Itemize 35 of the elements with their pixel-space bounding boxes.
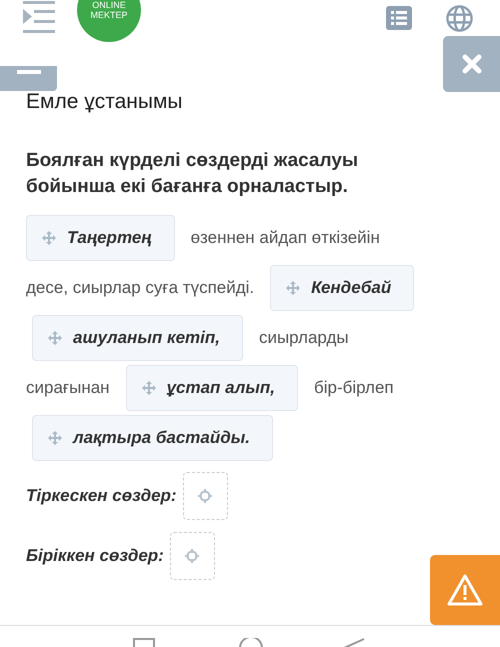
sentence-text: өзеннен айдап өткізейін	[190, 228, 380, 248]
close-button[interactable]	[443, 36, 500, 92]
move-icon	[285, 280, 302, 296]
sentence-text: сирағынан	[26, 378, 110, 398]
minus-icon	[16, 70, 40, 74]
column-label: Тіркескен сөздер:	[26, 486, 177, 506]
move-icon	[41, 230, 57, 246]
list-icon[interactable]	[386, 6, 412, 30]
crosshair-icon	[184, 548, 200, 564]
word-chip[interactable]: ұстап алып,	[126, 365, 298, 411]
word-chip[interactable]: Таңертең	[26, 215, 175, 261]
word-chip[interactable]: ашуланып кетіп,	[32, 315, 243, 361]
close-icon	[462, 54, 482, 74]
drop-zone[interactable]	[170, 532, 215, 580]
column-label: Біріккен сөздер:	[26, 546, 164, 566]
sentence-text: сиырларды	[258, 328, 349, 348]
home-icon[interactable]	[239, 638, 263, 647]
task-text: Боялған күрделі сөздерді жасалуы бойынша екі бағанға орналастыр.	[26, 149, 360, 199]
collapse-button[interactable]	[0, 66, 57, 91]
crosshair-icon	[197, 488, 214, 504]
move-icon	[47, 430, 63, 446]
recent-apps-icon[interactable]	[133, 638, 155, 647]
word-chip[interactable]: лақтыра бастайды.	[32, 415, 273, 461]
move-icon	[47, 330, 63, 346]
report-button[interactable]	[430, 555, 500, 625]
word-chip[interactable]: Кендебай	[270, 265, 414, 311]
globe-icon[interactable]	[446, 4, 473, 32]
back-icon[interactable]	[343, 638, 365, 647]
warning-icon	[447, 574, 483, 606]
move-icon	[140, 380, 157, 396]
menu-icon[interactable]	[22, 0, 56, 34]
page-title: Емле ұстанымы	[26, 90, 184, 114]
drop-zone[interactable]	[182, 472, 228, 520]
sentence-text: бір-бірлеп	[314, 378, 394, 398]
sentence-text: десе, сиырлар суға түспейді.	[26, 278, 254, 298]
